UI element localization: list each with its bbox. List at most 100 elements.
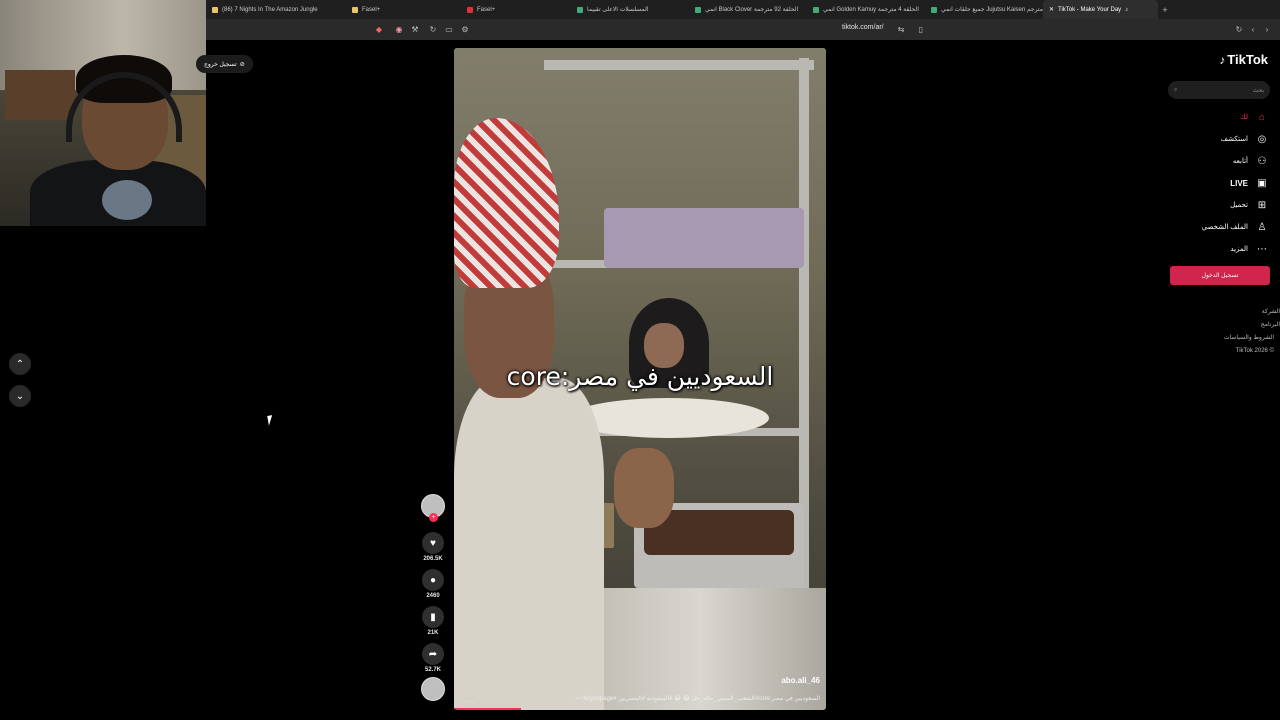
sidebar-item-label: المزيد <box>1230 246 1248 253</box>
tab-favicon-icon <box>212 6 218 13</box>
tab-favicon-icon <box>931 6 937 13</box>
sidebar-item-profile[interactable]: ♙ الملف الشخصي <box>1168 216 1268 238</box>
sidebar-item-following[interactable]: ⚇ أتابعه <box>1168 150 1268 172</box>
follow-plus-icon[interactable]: + <box>429 513 438 522</box>
extension-icon[interactable]: ◆ <box>372 22 386 36</box>
sidebar-item-label: لك <box>1239 114 1248 121</box>
sidebar-item-more[interactable]: ⋯ المزيد <box>1168 238 1268 260</box>
comment-count: 2460 <box>426 593 440 599</box>
following-icon: ⚇ <box>1257 155 1267 167</box>
comment-icon: ● <box>429 574 437 586</box>
browser-tab[interactable]: Fasel+ <box>346 0 461 19</box>
video-more-link[interactable]: المزيد <box>462 695 475 701</box>
video-progress-bar[interactable] <box>454 708 521 710</box>
extension-icon[interactable]: ↻ <box>426 22 440 36</box>
reload-icon[interactable]: ↻ <box>1232 22 1246 36</box>
browser-tab[interactable]: انمي Black Clover الحلقة 92 مترجمة <box>689 0 807 19</box>
logout-label: تسجيل خروج <box>204 61 237 68</box>
footer-link-program[interactable]: البرنامج <box>1160 319 1280 332</box>
shirt-logo <box>102 180 152 220</box>
extension-icon[interactable]: ⚒ <box>408 22 422 36</box>
profile-icon: ♙ <box>1257 221 1267 233</box>
footer-link-terms[interactable]: الشروط والسياسات <box>1160 332 1280 345</box>
login-button[interactable]: تسجيل الدخول <box>1170 266 1270 285</box>
tab-label: TikTok - Make Your Day <box>1058 6 1122 13</box>
sidebar-item-label: أتابعه <box>1232 158 1248 165</box>
tab-favicon-icon <box>813 6 819 13</box>
browser-tab-bar: (86) 7 Nights In The Amazon Jungle Fasel… <box>206 0 1280 19</box>
webcam-overlay <box>0 0 206 226</box>
tab-label: Fasel+ <box>362 6 381 13</box>
video-shelf <box>544 60 814 70</box>
new-tab-icon[interactable]: + <box>1158 5 1172 15</box>
browser-tab-active[interactable]: ✕ TikTok - Make Your Day ♪ <box>1043 0 1158 19</box>
logout-pill[interactable]: ⊘ تسجيل خروج <box>196 55 253 73</box>
sound-avatar[interactable] <box>421 677 445 701</box>
search-placeholder: بحث <box>1252 87 1264 94</box>
browser-tab[interactable]: (86) 7 Nights In The Amazon Jungle <box>206 0 346 19</box>
tiktok-sidebar: ♪ TikTok بحث ⌕ ⌂ لك ◎ استكشف ⚇ أتابعه ▣ … <box>1160 40 1280 720</box>
save-button[interactable]: ▮ <box>422 606 444 628</box>
sidebar-item-upload[interactable]: ⊞ تحميل <box>1168 194 1268 216</box>
extension-icon[interactable]: ◉ <box>392 22 406 36</box>
share-action: ➦ 52.7K <box>422 643 444 673</box>
search-input[interactable]: بحث ⌕ <box>1168 81 1270 99</box>
sidebar-item-for-you[interactable]: ⌂ لك <box>1168 106 1268 128</box>
search-icon[interactable]: ⌕ <box>1174 87 1177 94</box>
tab-label: (86) 7 Nights In The Amazon Jungle <box>222 6 318 13</box>
tiktok-note-icon: ♪ <box>1219 52 1226 67</box>
bookmark-icon[interactable]: ▯ <box>914 22 928 36</box>
chevron-up-icon: ⌃ <box>15 358 25 370</box>
compass-icon: ◎ <box>1257 133 1267 145</box>
video-counter <box>574 588 826 710</box>
sidebar-nav: ⌂ لك ◎ استكشف ⚇ أتابعه ▣ LIVE ⊞ تحميل ♙ … <box>1168 106 1268 260</box>
chevron-down-icon: ⌄ <box>15 390 25 402</box>
close-tab-icon[interactable]: ✕ <box>1049 6 1054 13</box>
comment-button[interactable]: ● <box>422 569 444 591</box>
egg-trays <box>604 208 804 268</box>
browser-tab[interactable]: انمي Golden Kamuy الحلقة 4 مترجمة <box>807 0 925 19</box>
footer-link-company[interactable]: الشركة <box>1160 306 1280 319</box>
like-count: 206.5K <box>423 556 443 562</box>
sidebar-item-label: تحميل <box>1230 202 1248 209</box>
sidebar-item-explore[interactable]: ◎ استكشف <box>1168 128 1268 150</box>
site-settings-icon[interactable]: ⇆ <box>894 22 908 36</box>
extension-icon[interactable]: ▭ <box>442 22 456 36</box>
tab-label: Fasel+ <box>477 6 496 13</box>
video-player[interactable]: السعوديين في مصر:core abo.ali_46 السعودي… <box>454 48 826 710</box>
video-man-thobe <box>454 378 604 710</box>
forward-icon[interactable]: › <box>1260 22 1274 36</box>
comment-action: ● 2460 <box>422 569 444 599</box>
bookmark-icon: ▮ <box>430 611 436 623</box>
home-icon: ⌂ <box>1258 111 1266 123</box>
more-icon: ⋯ <box>1257 243 1267 255</box>
sidebar-item-live[interactable]: ▣ LIVE <box>1168 172 1268 194</box>
sidebar-item-label: LIVE <box>1230 178 1248 188</box>
browser-tab[interactable]: جميع حلقات انمي Jujutsu Kaisen مترجم <box>925 0 1043 19</box>
logout-icon: ⊘ <box>239 61 245 68</box>
creator-avatar[interactable]: + <box>421 494 445 522</box>
browser-tab[interactable]: المسلسلات الاعلى تقييما <box>571 0 689 19</box>
address-bar[interactable]: tiktok.com/ar/ <box>842 24 884 31</box>
mouse-cursor-icon <box>267 414 279 426</box>
sidebar-item-label: استكشف <box>1220 136 1248 143</box>
tiktok-favicon-icon: ♪ <box>1125 6 1129 13</box>
live-icon: ▣ <box>1257 177 1267 189</box>
previous-video-button[interactable]: ⌃ <box>9 353 31 375</box>
sidebar-footer: الشركة البرنامج الشروط والسياسات © 2026 … <box>1160 306 1280 358</box>
tiktok-logo[interactable]: ♪ TikTok <box>1219 52 1268 67</box>
share-button[interactable]: ➦ <box>422 643 444 665</box>
browser-tab[interactable]: Fasel+ <box>461 0 571 19</box>
next-video-button[interactable]: ⌄ <box>9 385 31 407</box>
webcam-shelf <box>5 70 75 120</box>
footer-copyright: © 2026 TikTok <box>1235 348 1274 354</box>
sidebar-item-label: الملف الشخصي <box>1201 224 1248 231</box>
tab-favicon-icon <box>695 6 701 13</box>
video-username[interactable]: abo.ali_46 <box>781 676 820 685</box>
back-icon[interactable]: ‹ <box>1246 22 1260 36</box>
video-caption: السعوديين في مصر:core <box>506 362 774 391</box>
upload-icon: ⊞ <box>1257 199 1267 211</box>
tab-favicon-icon <box>577 6 583 13</box>
like-button[interactable]: ♥ <box>422 532 444 554</box>
extension-icon[interactable]: ⚙ <box>458 22 472 36</box>
